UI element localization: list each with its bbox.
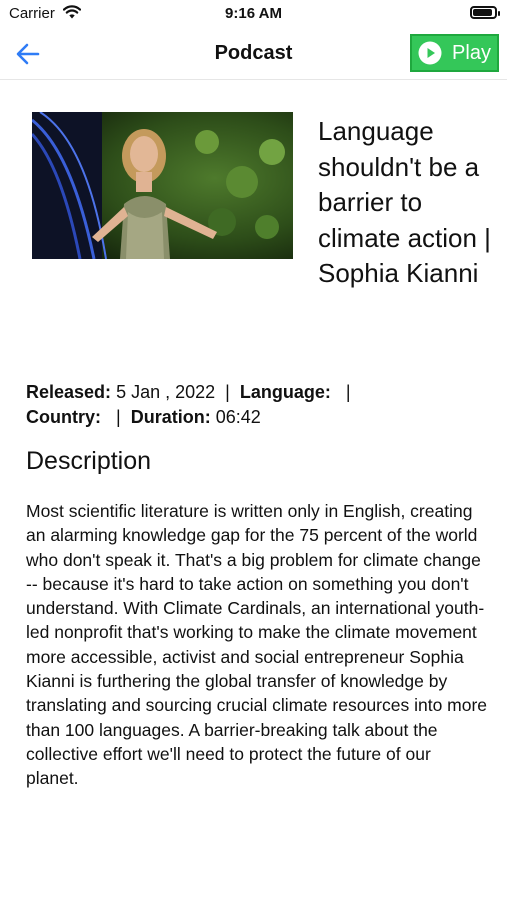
released-value: 5 Jan , 2022 <box>116 382 216 402</box>
released-label: Released: <box>26 382 112 402</box>
play-button[interactable]: Play <box>410 34 499 72</box>
description-text: Most scientific literature is written on… <box>26 501 488 789</box>
battery-icon <box>470 6 500 19</box>
episode-metadata: Released: 5 Jan , 2022 | Language: | Count… <box>26 380 496 430</box>
status-bar: Carrier 9:16 AM <box>0 0 507 28</box>
language-label: Language: <box>239 382 331 402</box>
play-button-label: Play <box>452 41 491 64</box>
separator: | <box>225 382 230 402</box>
country-label: Country: <box>26 407 101 427</box>
episode-thumbnail <box>32 112 293 259</box>
navigation-bar: Podcast Play <box>0 28 507 80</box>
separator: | <box>116 407 121 427</box>
duration-label: Duration: <box>130 407 211 427</box>
episode-title: Language shouldn't be a barrier to clima… <box>318 116 491 288</box>
play-circle-icon <box>418 41 442 65</box>
description-heading: Description <box>26 447 152 475</box>
duration-value: 06:42 <box>215 407 261 427</box>
clock-time: 9:16 AM <box>225 5 282 22</box>
separator: | <box>345 382 351 402</box>
